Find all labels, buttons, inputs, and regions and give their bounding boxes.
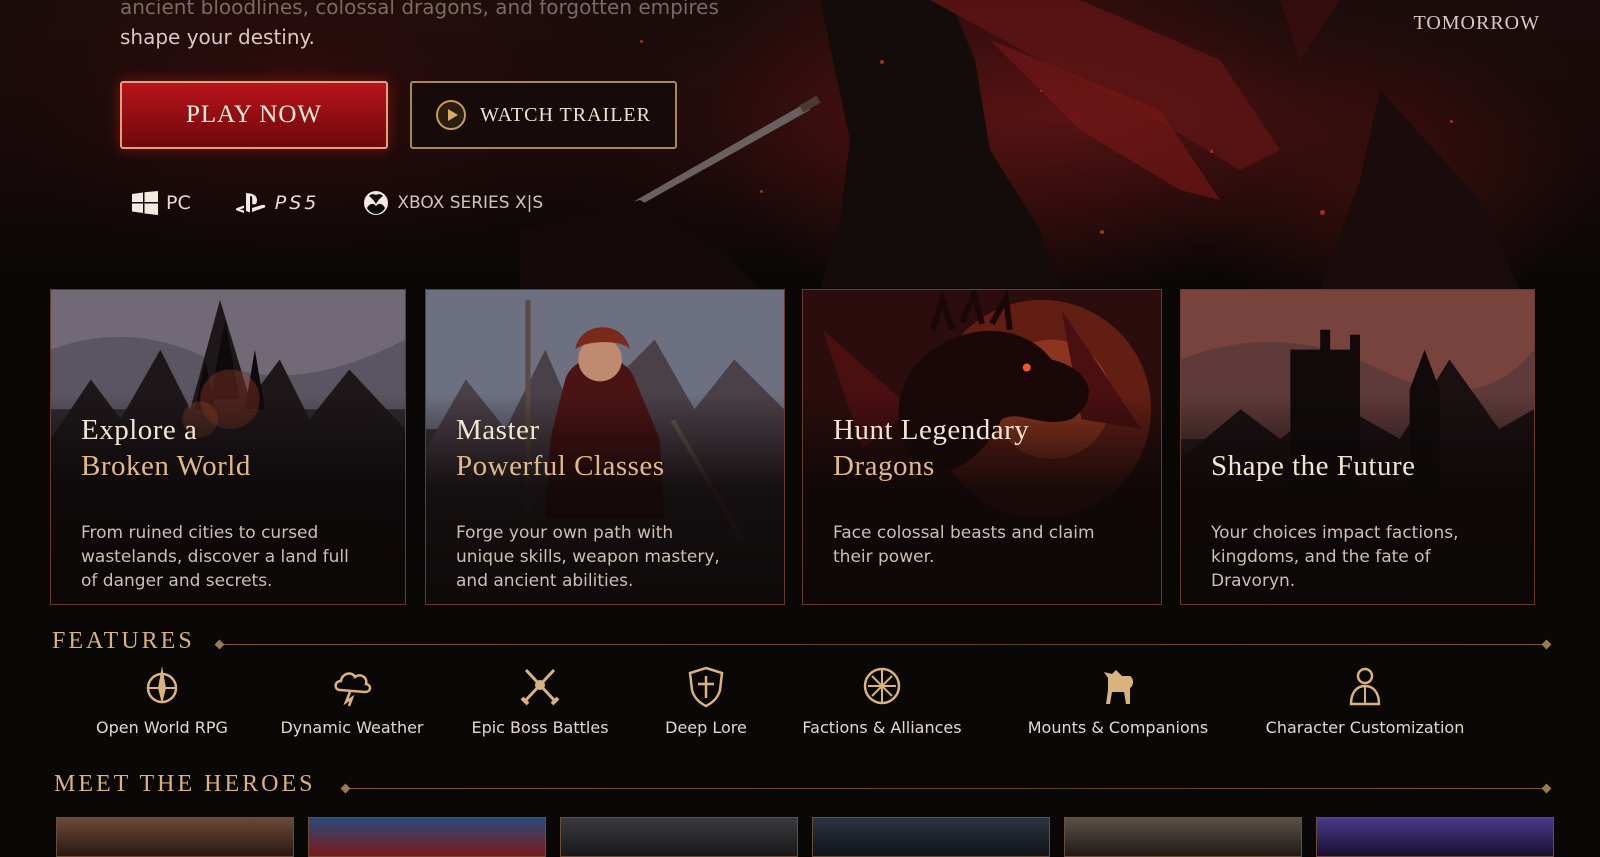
hero-tagline-line2: shape your destiny. [120, 25, 315, 49]
feature-deep-lore: Deep Lore [606, 664, 806, 737]
hero-portrait[interactable] [812, 817, 1050, 857]
hero-portrait[interactable] [308, 817, 546, 857]
card-description: From ruined cities to cursed wastelands,… [81, 523, 349, 591]
storm-cloud-icon [334, 672, 372, 707]
heroes-section-title: MEET THE HEROES [54, 771, 316, 797]
watch-trailer-button[interactable]: WATCH TRAILER [410, 81, 677, 149]
heroes-divider [340, 783, 1552, 794]
card-title: Master Powerful Classes [456, 414, 665, 482]
tomorrow-label[interactable]: TOMORROW [1413, 12, 1540, 35]
card-hunt-dragons[interactable]: Hunt Legendary Dragons Face colossal bea… [802, 289, 1162, 605]
platform-list: PC PS5 XBOX SERIES X|S [132, 186, 587, 220]
xbox-icon [364, 191, 389, 215]
character-icon [1349, 667, 1381, 706]
crossed-swords-icon [520, 668, 560, 706]
card-title: Hunt Legendary Dragons [833, 414, 1030, 482]
hero-portrait[interactable] [1064, 817, 1302, 857]
features-list: Open World RPG Dynamic Weather Epic Boss… [0, 664, 1600, 754]
features-divider [214, 639, 1552, 650]
play-now-label: PLAY NOW [185, 101, 322, 128]
platform-label: PC [166, 192, 191, 214]
feature-label: Dynamic Weather [280, 718, 424, 737]
play-icon [436, 100, 467, 130]
card-shape-future[interactable]: Shape the Future Your choices impact fac… [1180, 289, 1535, 605]
watch-trailer-label: WATCH TRAILER [480, 103, 651, 126]
card-description: Face colossal beasts and claim their pow… [833, 523, 1095, 567]
hero-portrait[interactable] [1316, 817, 1554, 857]
feature-label: Open World RPG [96, 718, 228, 737]
shield-crest-icon [688, 666, 724, 708]
feature-cards: Explore a Broken World From ruined citie… [50, 289, 1560, 605]
platform-pc: PC [132, 191, 191, 215]
hero-portrait[interactable] [56, 817, 294, 857]
feature-label: Epic Boss Battles [471, 718, 609, 737]
feature-label: Deep Lore [665, 718, 747, 737]
hero-tagline: ancient bloodlines, colossal dragons, an… [120, 0, 740, 52]
card-description: Your choices impact factions, kingdoms, … [1211, 523, 1459, 591]
feature-label: Character Customization [1265, 718, 1465, 737]
horse-icon [1104, 670, 1133, 704]
windows-icon [132, 191, 158, 215]
platform-label: XBOX SERIES X|S [397, 193, 544, 213]
feature-open-world: Open World RPG [62, 664, 262, 737]
compass-icon [146, 666, 178, 704]
play-now-button[interactable]: PLAY NOW [120, 81, 388, 149]
hero-banner: ancient bloodlines, colossal dragons, an… [0, 0, 1600, 290]
platform-xbox: XBOX SERIES X|S [363, 190, 543, 216]
card-description: Forge your own path with unique skills, … [456, 523, 720, 591]
playstation-icon [235, 193, 266, 213]
card-master-classes[interactable]: Master Powerful Classes Forge your own p… [425, 289, 785, 605]
feature-customization: Character Customization [1265, 664, 1465, 737]
feature-label: Factions & Alliances [802, 718, 962, 737]
feature-factions: Factions & Alliances [782, 664, 982, 737]
features-section-title: FEATURES [52, 628, 195, 654]
platform-ps5: PS5 [235, 191, 320, 215]
card-title: Shape the Future [1211, 450, 1416, 482]
faction-emblem-icon [863, 667, 901, 705]
card-title: Explore a Broken World [81, 414, 251, 482]
feature-label: Mounts & Companions [1027, 718, 1209, 737]
feature-dynamic-weather: Dynamic Weather [252, 664, 452, 737]
card-explore-world[interactable]: Explore a Broken World From ruined citie… [50, 289, 406, 605]
hero-tagline-line1: ancient bloodlines, colossal dragons, an… [120, 0, 719, 19]
feature-mounts: Mounts & Companions [1018, 664, 1218, 737]
hero-portrait[interactable] [560, 817, 798, 857]
platform-label: PS5 [274, 192, 320, 214]
heroes-row [50, 817, 1560, 857]
